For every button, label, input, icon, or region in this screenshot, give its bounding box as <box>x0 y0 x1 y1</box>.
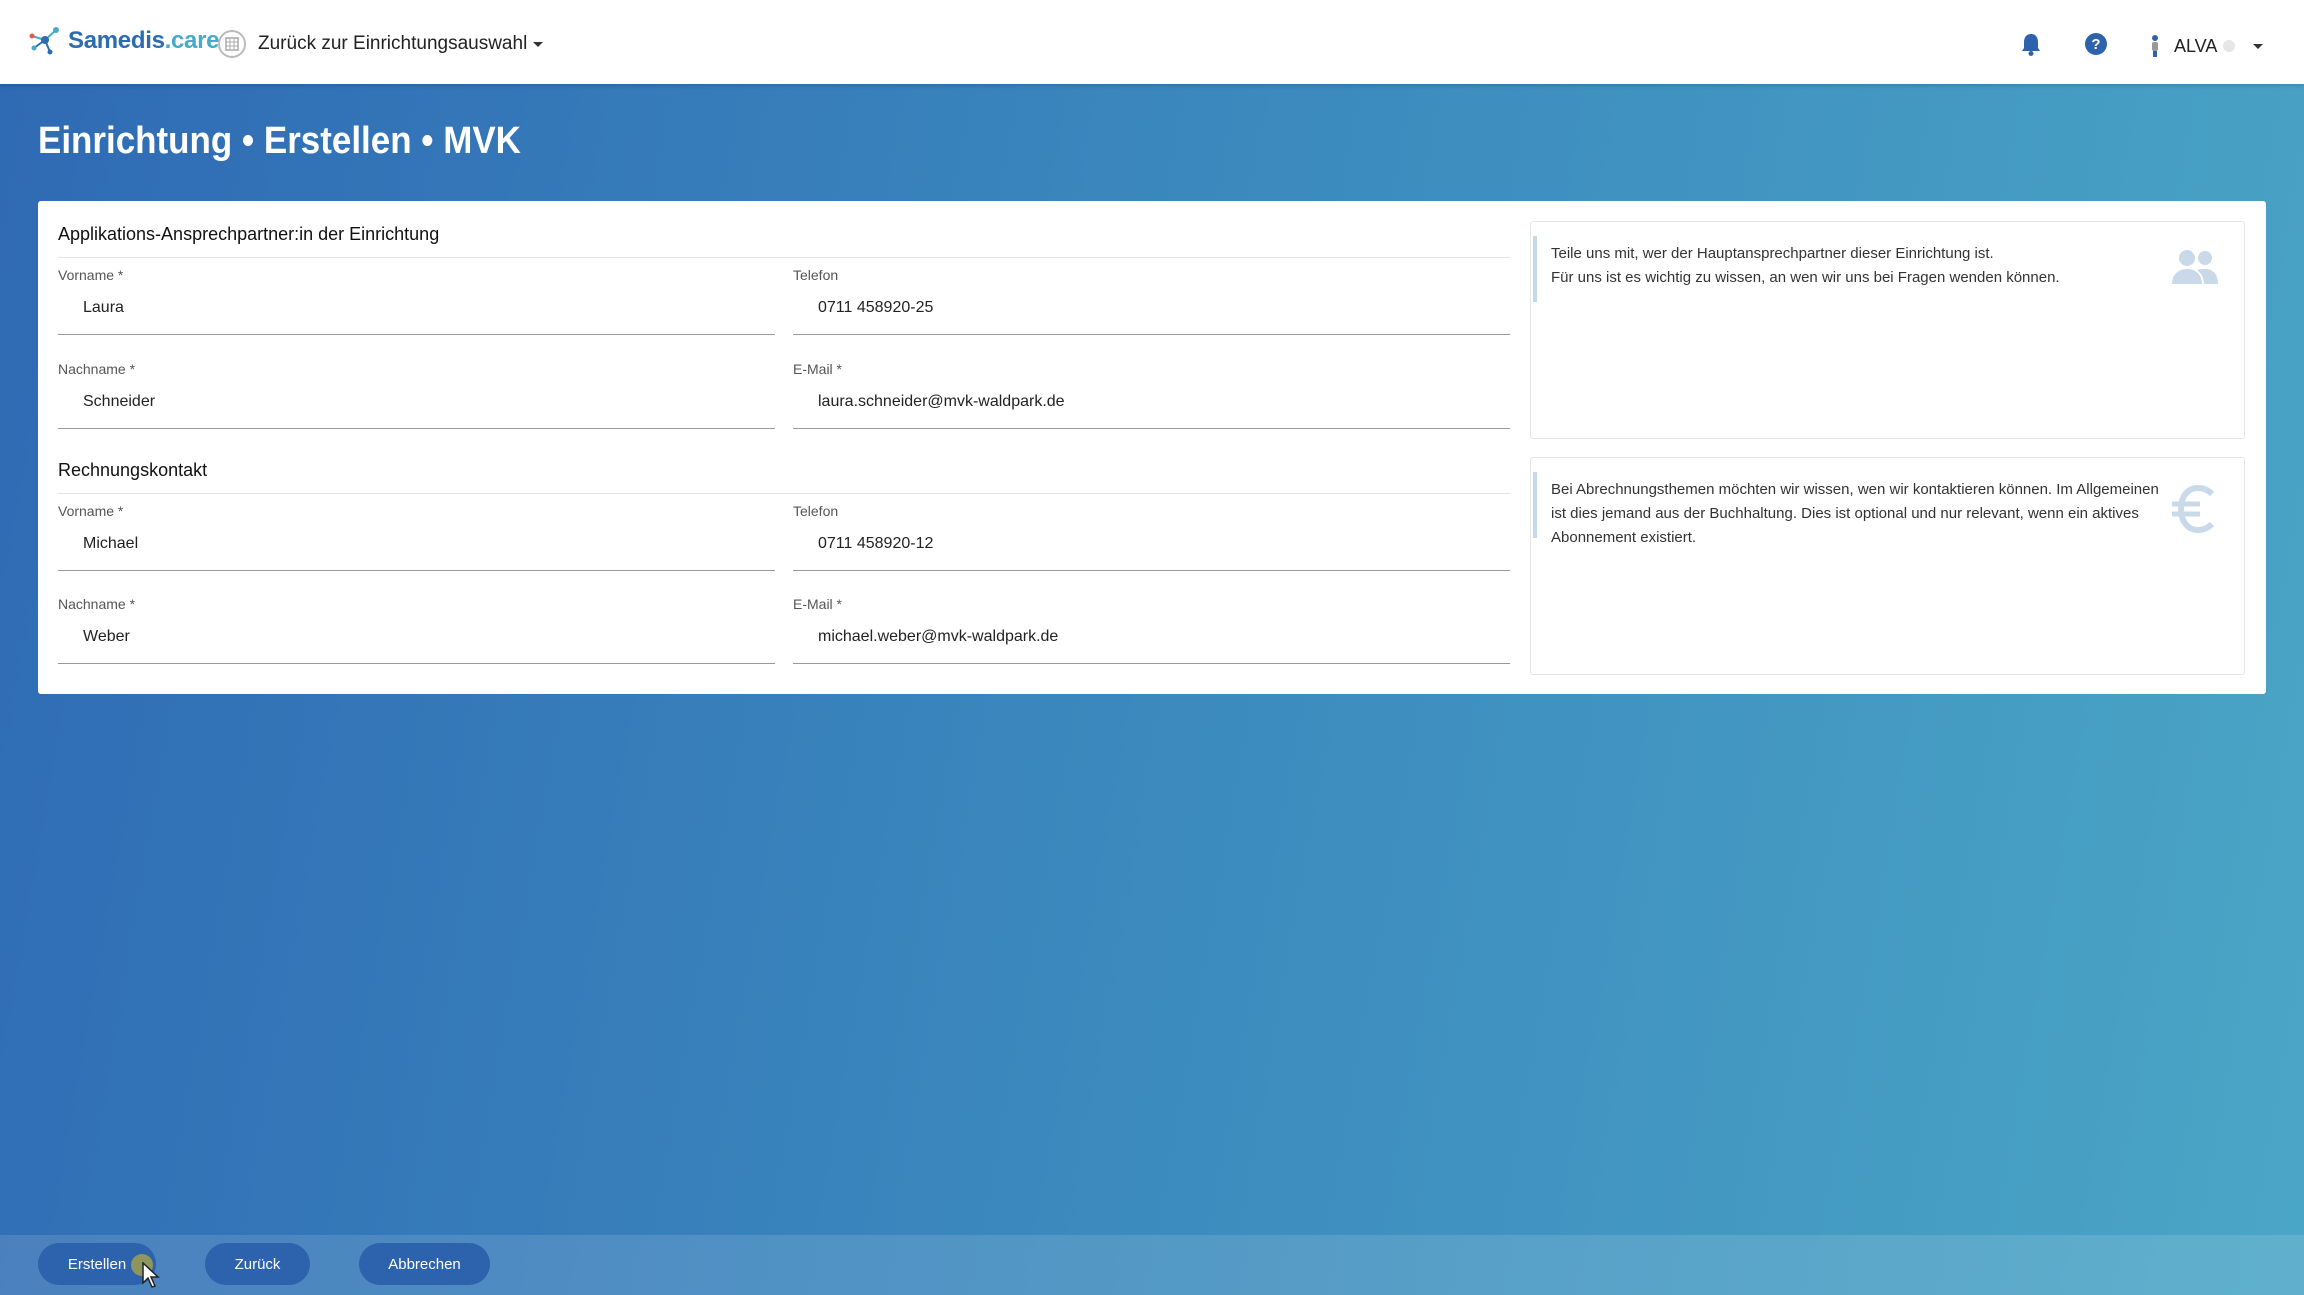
user-name: ALVA <box>2174 35 2218 56</box>
mouse-cursor-icon <box>142 1262 160 1288</box>
billing-phone-input[interactable] <box>793 521 1510 567</box>
field-label: Telefon <box>793 503 839 519</box>
billing-last-name-field: Nachname * <box>58 596 775 664</box>
page-title: Einrichtung • Erstellen • MVK <box>38 120 521 162</box>
field-underline <box>793 570 1510 571</box>
logo-text: Samedis.care <box>68 27 220 54</box>
billing-last-name-input[interactable] <box>58 614 775 660</box>
chevron-down-icon <box>2253 43 2264 49</box>
field-underline <box>793 663 1510 664</box>
chevron-down-icon <box>533 41 544 47</box>
top-bar: Samedis.care Zurück zur Einrichtungsausw… <box>0 0 2304 84</box>
building-icon <box>218 30 246 58</box>
billing-info-box: Bei Abrechnungsthemen möchten wir wissen… <box>1530 457 2245 675</box>
app-contact-first-name-input[interactable] <box>58 285 775 331</box>
help-icon[interactable]: ? <box>2084 32 2108 56</box>
svg-text:?: ? <box>2091 36 2100 53</box>
field-label: E-Mail * <box>793 596 843 612</box>
billing-email-input[interactable] <box>793 614 1510 660</box>
action-bar: Erstellen Zurück Abbrechen <box>0 1235 2304 1295</box>
field-label: Nachname * <box>58 361 136 377</box>
field-underline <box>793 334 1510 335</box>
field-underline <box>58 334 775 335</box>
app-contact-info-text: Teile uns mit, wer der Hauptansprechpart… <box>1551 245 2060 286</box>
billing-info-text: Bei Abrechnungsthemen möchten wir wissen… <box>1551 481 2159 546</box>
logo[interactable]: Samedis.care <box>28 26 219 56</box>
user-menu[interactable]: ALVA <box>2148 34 2264 58</box>
people-icon <box>2170 248 2220 291</box>
billing-phone-field: Telefon <box>793 503 1510 571</box>
field-underline <box>58 428 775 429</box>
field-label: Vorname * <box>58 503 124 519</box>
user-avatar-icon <box>2152 35 2158 57</box>
app-contact-email-field: E-Mail * <box>793 361 1510 429</box>
app-contact-phone-input[interactable] <box>793 285 1510 331</box>
bell-icon[interactable] <box>2019 32 2043 56</box>
app-contact-email-input[interactable] <box>793 379 1510 425</box>
billing-email-field: E-Mail * <box>793 596 1510 664</box>
divider <box>58 257 1510 258</box>
facility-switch-dropdown[interactable]: Zurück zur Einrichtungsauswahl <box>218 30 544 58</box>
app-contact-last-name-input[interactable] <box>58 379 775 425</box>
field-underline <box>58 570 775 571</box>
field-label: Nachname * <box>58 596 136 612</box>
field-underline <box>793 428 1510 429</box>
cancel-button[interactable]: Abbrechen <box>359 1243 490 1285</box>
app-contact-last-name-field: Nachname * <box>58 361 775 429</box>
samedis-logo-icon <box>29 27 59 55</box>
billing-contact-section-title: Rechnungskontakt <box>58 460 208 480</box>
back-button[interactable]: Zurück <box>205 1243 310 1285</box>
field-label: Vorname * <box>58 267 124 283</box>
app-contact-section-title: Applikations-Ansprechpartner:in der Einr… <box>58 224 440 244</box>
divider <box>58 493 1510 494</box>
field-underline <box>58 663 775 664</box>
billing-first-name-field: Vorname * <box>58 503 775 571</box>
status-dot <box>2223 40 2236 52</box>
euro-icon <box>2170 484 2220 539</box>
info-accent-bar <box>1533 472 1537 538</box>
app-contact-first-name-field: Vorname * <box>58 267 775 335</box>
field-label: E-Mail * <box>793 361 843 377</box>
facility-switch-label: Zurück zur Einrichtungsauswahl <box>258 33 528 54</box>
app-contact-info-box: Teile uns mit, wer der Hauptansprechpart… <box>1530 221 2245 439</box>
facility-contact-form: Applikations-Ansprechpartner:in der Einr… <box>38 201 2266 694</box>
app-contact-phone-field: Telefon <box>793 267 1510 335</box>
info-accent-bar <box>1533 236 1537 302</box>
billing-first-name-input[interactable] <box>58 521 775 567</box>
field-label: Telefon <box>793 267 839 283</box>
